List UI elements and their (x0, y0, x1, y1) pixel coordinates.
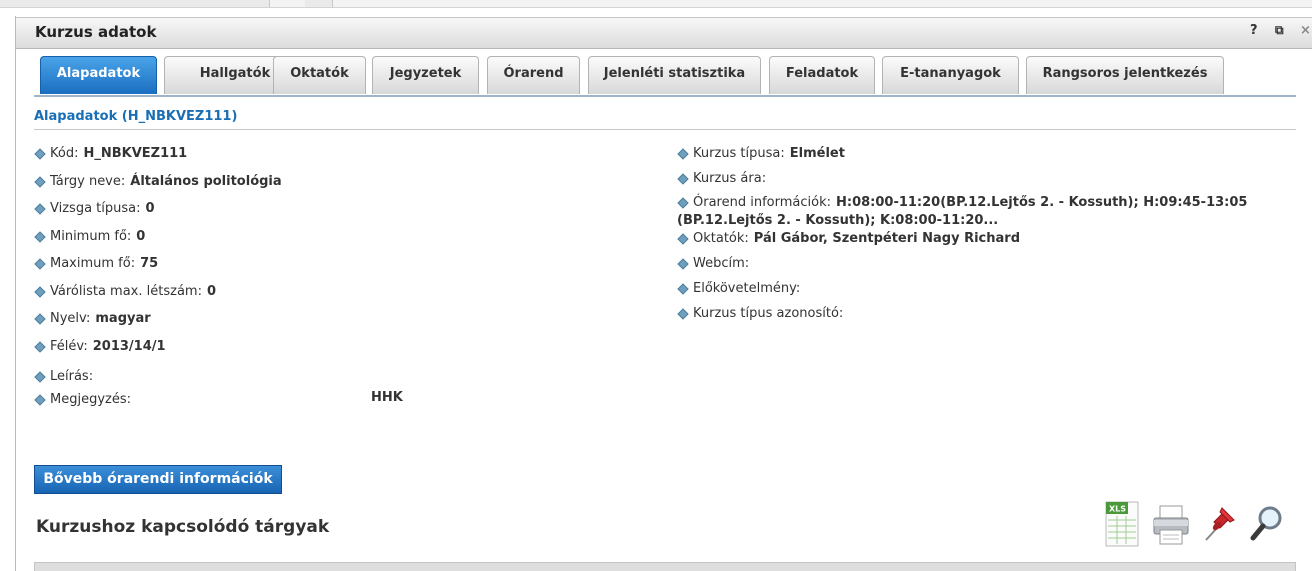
popout-icon[interactable]: ⧉ (1275, 23, 1284, 38)
tab-e-tananyagok[interactable]: E-tananyagok (882, 56, 1019, 94)
field-kod: Kód: H_NBKVEZ111 (34, 146, 187, 161)
field-elokovetelmeny: Előkövetelmény: (677, 281, 800, 296)
bullet-icon (34, 258, 44, 268)
bullet-icon (34, 341, 44, 351)
field-nyelv: Nyelv: magyar (34, 311, 151, 326)
orarend-informaciok-continued: (BP.12.Lejtős 2. - Kossuth); K:08:00-11:… (677, 213, 999, 228)
field-varolista: Várólista max. létszám: 0 (34, 284, 216, 299)
more-schedule-info-button[interactable]: Bővebb órarendi információk (34, 465, 282, 494)
field-oktatok: Oktatók: Pál Gábor, Szentpéteri Nagy Rich… (677, 231, 1020, 246)
top-strip-segment (305, 0, 333, 7)
close-icon[interactable]: × (1300, 23, 1311, 38)
browser-top-strip (0, 0, 1312, 8)
pin-icon[interactable] (1200, 500, 1238, 550)
bullet-icon (34, 231, 44, 241)
related-subjects-title: Kurzushoz kapcsolódó tárgyak (36, 517, 330, 537)
tab-oktatok[interactable]: Oktatók (273, 56, 366, 94)
bullet-icon (34, 394, 44, 404)
megjegyzes-value: HHK (371, 390, 403, 405)
field-targy-neve: Tárgy neve: Általános politológia (34, 174, 282, 189)
tab-alapadatok[interactable]: Alapadatok (40, 56, 157, 94)
tab-orarend[interactable]: Órarend (487, 56, 580, 94)
page: Kurzus adatok ? ⧉ × Alapadatok Hallgatók… (0, 0, 1312, 571)
bullet-icon (677, 173, 687, 183)
tab-jelenleti-statisztika[interactable]: Jelenléti statisztika (588, 56, 761, 94)
field-felev: Félév: 2013/14/1 (34, 339, 166, 354)
bullet-icon (677, 197, 687, 207)
field-kurzus-tipusa: Kurzus típusa: Elmélet (677, 146, 845, 161)
panel-left-border (15, 16, 16, 571)
bullet-icon (677, 233, 687, 243)
bullet-icon (677, 283, 687, 293)
bullet-icon (34, 313, 44, 323)
field-vizsga-tipusa: Vizsga típusa: 0 (34, 201, 155, 216)
bullet-icon (677, 258, 687, 268)
search-icon[interactable] (1248, 500, 1286, 550)
tab-feladatok[interactable]: Feladatok (769, 56, 875, 94)
help-icon[interactable]: ? (1250, 23, 1258, 38)
bullet-icon (34, 148, 44, 158)
section-title: Alapadatok (H_NBKVEZ111) (34, 109, 238, 124)
section-divider (34, 129, 1296, 130)
field-megjegyzes: Megjegyzés: (34, 392, 131, 407)
related-table-header (34, 562, 1296, 571)
tab-jegyzetek[interactable]: Jegyzetek (372, 56, 479, 94)
field-leiras: Leírás: (34, 369, 93, 384)
tab-rangsoros-jelentkezes[interactable]: Rangsoros jelentkezés (1026, 56, 1224, 94)
field-orarend-informaciok: Órarend információk: H:08:00-11:20(BP.12.… (677, 195, 1247, 210)
bullet-icon (677, 148, 687, 158)
tab-underline (34, 95, 1296, 97)
bullet-icon (34, 286, 44, 296)
field-webcim: Webcím: (677, 256, 749, 271)
field-minimum-fo: Minimum fő: 0 (34, 229, 145, 244)
bullet-icon (34, 176, 44, 186)
bullet-icon (34, 203, 44, 213)
panel-title: Kurzus adatok (35, 23, 157, 41)
xls-label: XLS (1109, 505, 1126, 514)
field-maximum-fo: Maximum fő: 75 (34, 256, 158, 271)
panel-header: Kurzus adatok ? ⧉ × (16, 17, 1312, 49)
print-icon[interactable] (1152, 500, 1190, 550)
bullet-icon (677, 308, 687, 318)
field-kurzus-tipus-azonosito: Kurzus típus azonosító: (677, 306, 843, 321)
excel-export-icon[interactable]: XLS (1104, 500, 1142, 550)
field-kurzus-ara: Kurzus ára: (677, 171, 766, 186)
bullet-icon (34, 371, 44, 381)
top-strip-segment (0, 0, 270, 7)
